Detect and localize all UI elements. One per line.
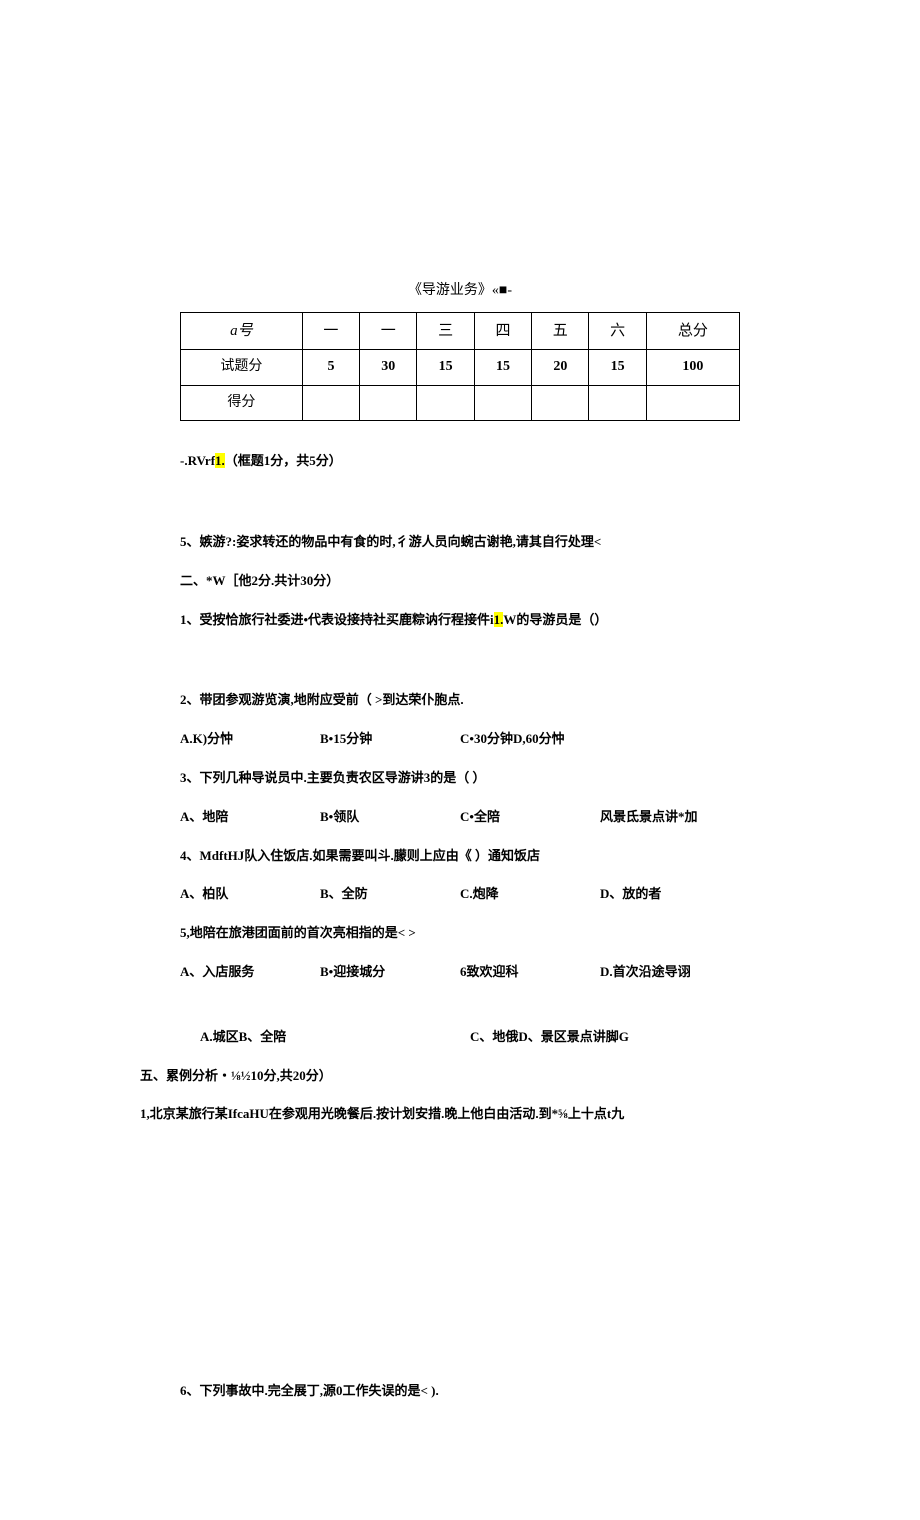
option-b: B•15分钟 [320, 729, 460, 750]
question-2-2-options: A.K)分忡 B•15分钟 C•30分钟D,60分忡 [180, 729, 740, 750]
cell: 15 [417, 350, 474, 385]
cell-empty [302, 385, 359, 420]
option-a: A.K)分忡 [180, 729, 320, 750]
option-cd: C、地俄D、景区景点讲脚G [470, 1027, 740, 1048]
cell: 15 [589, 350, 646, 385]
option-a: A、入店服务 [180, 962, 320, 983]
col-header: 六 [589, 313, 646, 350]
section-5-head: 五、累例分析・⅛½10分,共20分） [140, 1066, 740, 1087]
question-2-5-options: A、入店服务 B•迎接城分 6致欢迎科 D.首次沿途导诩 [180, 962, 740, 983]
question-2-1: 1、受按恰旅行社委进•代表设接持社买鹿粽讷行程接件i1.W的导游员是（） [180, 610, 740, 631]
option-a: A、柏队 [180, 884, 320, 905]
option-ab: A.城区B、全陪 [200, 1027, 470, 1048]
option-d: 风景氐景点讲*加 [600, 807, 740, 828]
score-table: a号 一 一 三 四 五 六 总分 试题分 5 30 15 15 20 15 1… [180, 312, 740, 421]
question-2-3: 3、下列几种导说员中.主要负责农区导游讲3的是（ ） [180, 768, 740, 789]
question-2-3-options: A、地陪 B•领队 C•全陪 风景氐景点讲*加 [180, 807, 740, 828]
cell-empty [360, 385, 417, 420]
col-header: 四 [474, 313, 531, 350]
table-row: 得分 [181, 385, 740, 420]
cell-empty [474, 385, 531, 420]
question-2-4: 4、MdftHJ队入住饭店.如果需要叫斗.朦则上应由《 ）通知饭店 [180, 846, 740, 867]
option-d: D.首次沿途导诩 [600, 962, 740, 983]
row-label: 得分 [181, 385, 303, 420]
cell-empty [589, 385, 646, 420]
cell: 20 [532, 350, 589, 385]
row-label: 试题分 [181, 350, 303, 385]
col-header: 五 [532, 313, 589, 350]
col-header: 总分 [646, 313, 739, 350]
question-2-5: 5,地陪在旅港团面前的首次亮相指的是< > [180, 923, 740, 944]
option-b: B•领队 [320, 807, 460, 828]
question-2-4-options: A、柏队 B、全防 C.炮降 D、放的者 [180, 884, 740, 905]
option-a: A、地陪 [180, 807, 320, 828]
table-row: a号 一 一 三 四 五 六 总分 [181, 313, 740, 350]
col-header: 三 [417, 313, 474, 350]
col-header: 一 [302, 313, 359, 350]
cell-empty [532, 385, 589, 420]
option-c: 6致欢迎科 [460, 962, 600, 983]
section-2-head: 二、*W［他2分.共计30分） [180, 571, 740, 592]
cell-empty [417, 385, 474, 420]
option-c: C•全陪 [460, 807, 600, 828]
page-title: 《导游业务》«■- [180, 280, 740, 302]
section-1-head: -.RVrf1.（框题1分，共5分） [180, 451, 740, 472]
highlight-text: 1. [215, 453, 225, 468]
extra-options: A.城区B、全陪 C、地俄D、景区景点讲脚G [200, 1027, 740, 1048]
option-c: C.炮降 [460, 884, 600, 905]
question-6: 6、下列事故中.完全展丁,源0工作失误的是< ). [180, 1381, 740, 1402]
option-c: C•30分钟D,60分忡 [460, 729, 600, 750]
cell: 100 [646, 350, 739, 385]
cell: 30 [360, 350, 417, 385]
option-b: B•迎接城分 [320, 962, 460, 983]
option-d: D、放的者 [600, 884, 740, 905]
col-header: 一 [360, 313, 417, 350]
cell: 5 [302, 350, 359, 385]
table-row: 试题分 5 30 15 15 20 15 100 [181, 350, 740, 385]
question-2-2: 2、带团参观游览演,地附应受前（ >到达荣仆胞点. [180, 690, 740, 711]
cell-empty [646, 385, 739, 420]
question-5-1: 1,北京某旅行某IfcaHU在参观用光晚餐后.按计划安措.晚上他白由活动.到*⅝… [140, 1104, 740, 1125]
question-1-5: 5、嫉游?:姿求转还的物品中有食的时,彳游人员向蜿古谢艳,请其自行处理< [180, 532, 740, 553]
cell: 15 [474, 350, 531, 385]
highlight-text: 1. [494, 612, 504, 627]
option-b: B、全防 [320, 884, 460, 905]
col-header: a号 [181, 313, 303, 350]
